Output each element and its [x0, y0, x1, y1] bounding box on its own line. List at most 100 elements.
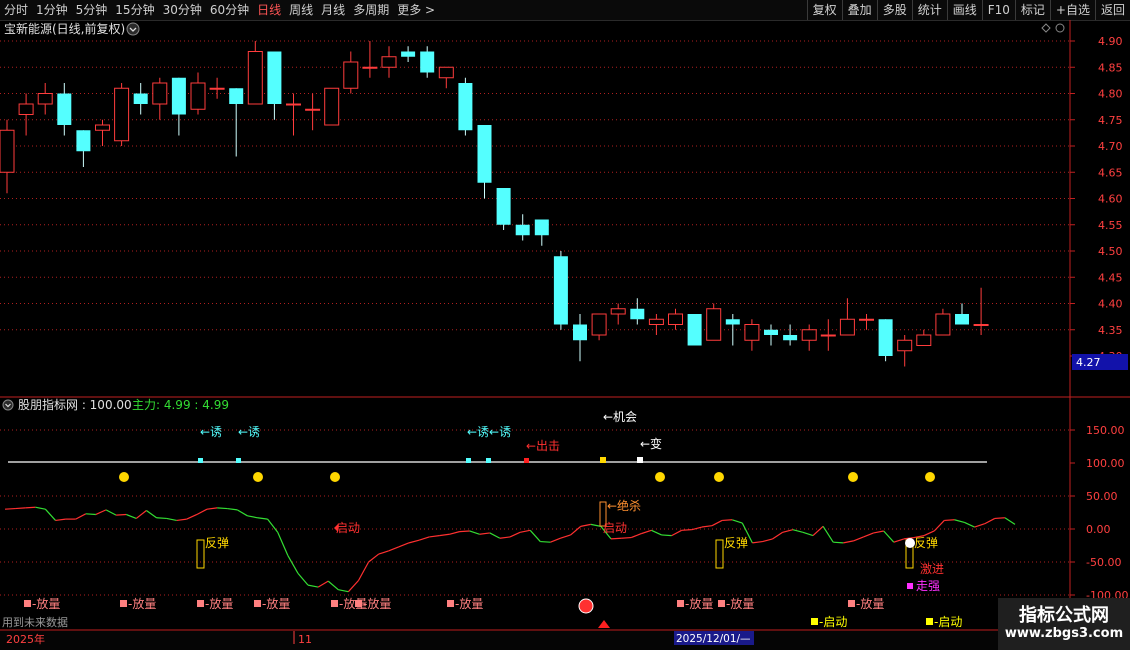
candle-body-up [935, 313, 951, 336]
candle-body-up [343, 61, 359, 89]
price-panel-title: 宝新能源(日线,前复权) [4, 21, 125, 36]
candle-body-up [438, 66, 454, 79]
price-tick-label: 4.35 [1098, 324, 1123, 337]
indicator-line-segment [954, 519, 965, 523]
indicator-line-segment [217, 507, 228, 510]
indicator-line-segment [166, 517, 177, 522]
indicator-line-segment [55, 518, 66, 522]
launch-label: 启动 [603, 521, 627, 535]
year-label: 2025年 [6, 632, 45, 646]
radical-marker [905, 538, 915, 548]
indicator-line-segment [357, 561, 370, 581]
candle-body-up [916, 334, 932, 346]
indicator-line-segment [964, 521, 975, 528]
indicator-line-segment [590, 523, 602, 527]
indicator-line-segment [35, 506, 46, 510]
candle-body-down [401, 51, 416, 57]
radical-label: 激进 [920, 562, 944, 576]
current-price-label: 4.27 [1076, 356, 1101, 369]
indicator-collapse-icon[interactable] [2, 399, 14, 411]
indicator-line-segment [368, 553, 380, 563]
indicator-line-segment [509, 531, 521, 538]
indicator-line-segment [722, 519, 733, 522]
diamond-icon[interactable] [1041, 23, 1051, 33]
status-bar: 用到未来数据 2025年 11 2025/12/01/— [0, 615, 1070, 650]
volume-marker [718, 600, 725, 607]
candle-body-up [897, 339, 913, 352]
price-axis-ticks: 4.90 4.85 4.80 4.75 4.70 4.65 4.60 4.55 4.50 4.45… [1070, 35, 1123, 363]
yellow-dot-marker [714, 472, 724, 482]
indicator-line-segment [1004, 517, 1016, 525]
price-tick-label: 4.60 [1098, 193, 1123, 206]
candlestick-series [0, 41, 989, 367]
volume-label: -放量 [128, 596, 156, 611]
indicator-line-segment [560, 534, 571, 539]
candle-body-down [57, 93, 72, 125]
indicator-line-segment [327, 580, 339, 591]
price-tick-label: 4.90 [1098, 35, 1123, 48]
indicator-line-segment [146, 510, 157, 519]
candle-body-up [648, 318, 664, 325]
candle-body-up [95, 124, 110, 131]
indicator-line-segment [15, 507, 26, 510]
indicator-grid [0, 429, 1070, 596]
indicator-line-segment [812, 525, 824, 537]
indicator-line-segment [802, 531, 814, 537]
indicator-line-segment [661, 534, 672, 537]
indicator-line-segment [550, 537, 561, 543]
indicator-tick-label: 0.00 [1086, 523, 1111, 536]
yellow-dot-marker [330, 472, 340, 482]
candle-body-down [630, 308, 645, 320]
indicator-line-segment [44, 508, 56, 521]
volume-marker [120, 600, 127, 607]
candle-body-down [496, 188, 511, 225]
indicator-line-segment [236, 509, 248, 517]
indicator-line-segment [398, 542, 410, 548]
indicator-line-segment [610, 537, 622, 540]
indicator-main-label: 主力: 4.99 : 4.99 [132, 398, 229, 412]
indicator-line-segment [418, 536, 430, 541]
candle-body-down [458, 83, 473, 131]
candle-body-down [477, 125, 492, 183]
indicator-line-segment [206, 507, 218, 510]
indicator-line-segment [116, 513, 127, 516]
volume-label: -放量 [856, 596, 884, 611]
indicator-line-segment [863, 532, 874, 538]
chevron-down-icon[interactable] [126, 22, 140, 36]
indicator-line-segment [429, 535, 440, 538]
indicator-line-segment [408, 539, 420, 544]
indicator-tick-label: 150.00 [1086, 424, 1125, 437]
circle-icon[interactable] [1055, 23, 1065, 33]
lure-label: ←诱 [238, 425, 260, 439]
candle-body-down [267, 51, 282, 104]
indicator-axis-ticks: 150.00100.0050.000.00-50.00-100.00 [1070, 424, 1128, 602]
indicator-line-segment [75, 513, 87, 520]
candle-body-down [229, 88, 244, 104]
candle-body-down [955, 314, 969, 325]
indicator-line-segment [135, 510, 147, 519]
indicator-line-segment [671, 529, 682, 537]
candle-body-down [534, 219, 549, 236]
indicator-line-segment [277, 532, 289, 556]
volume-label: -放量 [455, 596, 483, 611]
indicator-line-segment [459, 530, 470, 533]
candle-body-down [420, 51, 435, 73]
indicator-line-segment [125, 513, 137, 519]
candle-body-up [973, 324, 989, 326]
candle-body-down [515, 224, 530, 236]
indicator-line-segment [388, 546, 400, 552]
lure-label: ←诱 [200, 425, 222, 439]
indicator-line-segment [338, 589, 349, 593]
indicator-line-segment [944, 519, 955, 522]
indicator-line-segment [489, 532, 501, 539]
indicator-line-segment [95, 509, 107, 516]
candle-body-up [0, 129, 15, 173]
price-tick-label: 4.85 [1098, 61, 1123, 74]
change-marker [637, 457, 643, 463]
price-tick-label: 4.70 [1098, 140, 1123, 153]
kill-label: ←绝杀 [607, 498, 641, 513]
volume-marker [677, 600, 684, 607]
indicator-line [4, 506, 1016, 593]
candle-body-up [744, 324, 760, 341]
indicator-line-segment [4, 507, 16, 510]
